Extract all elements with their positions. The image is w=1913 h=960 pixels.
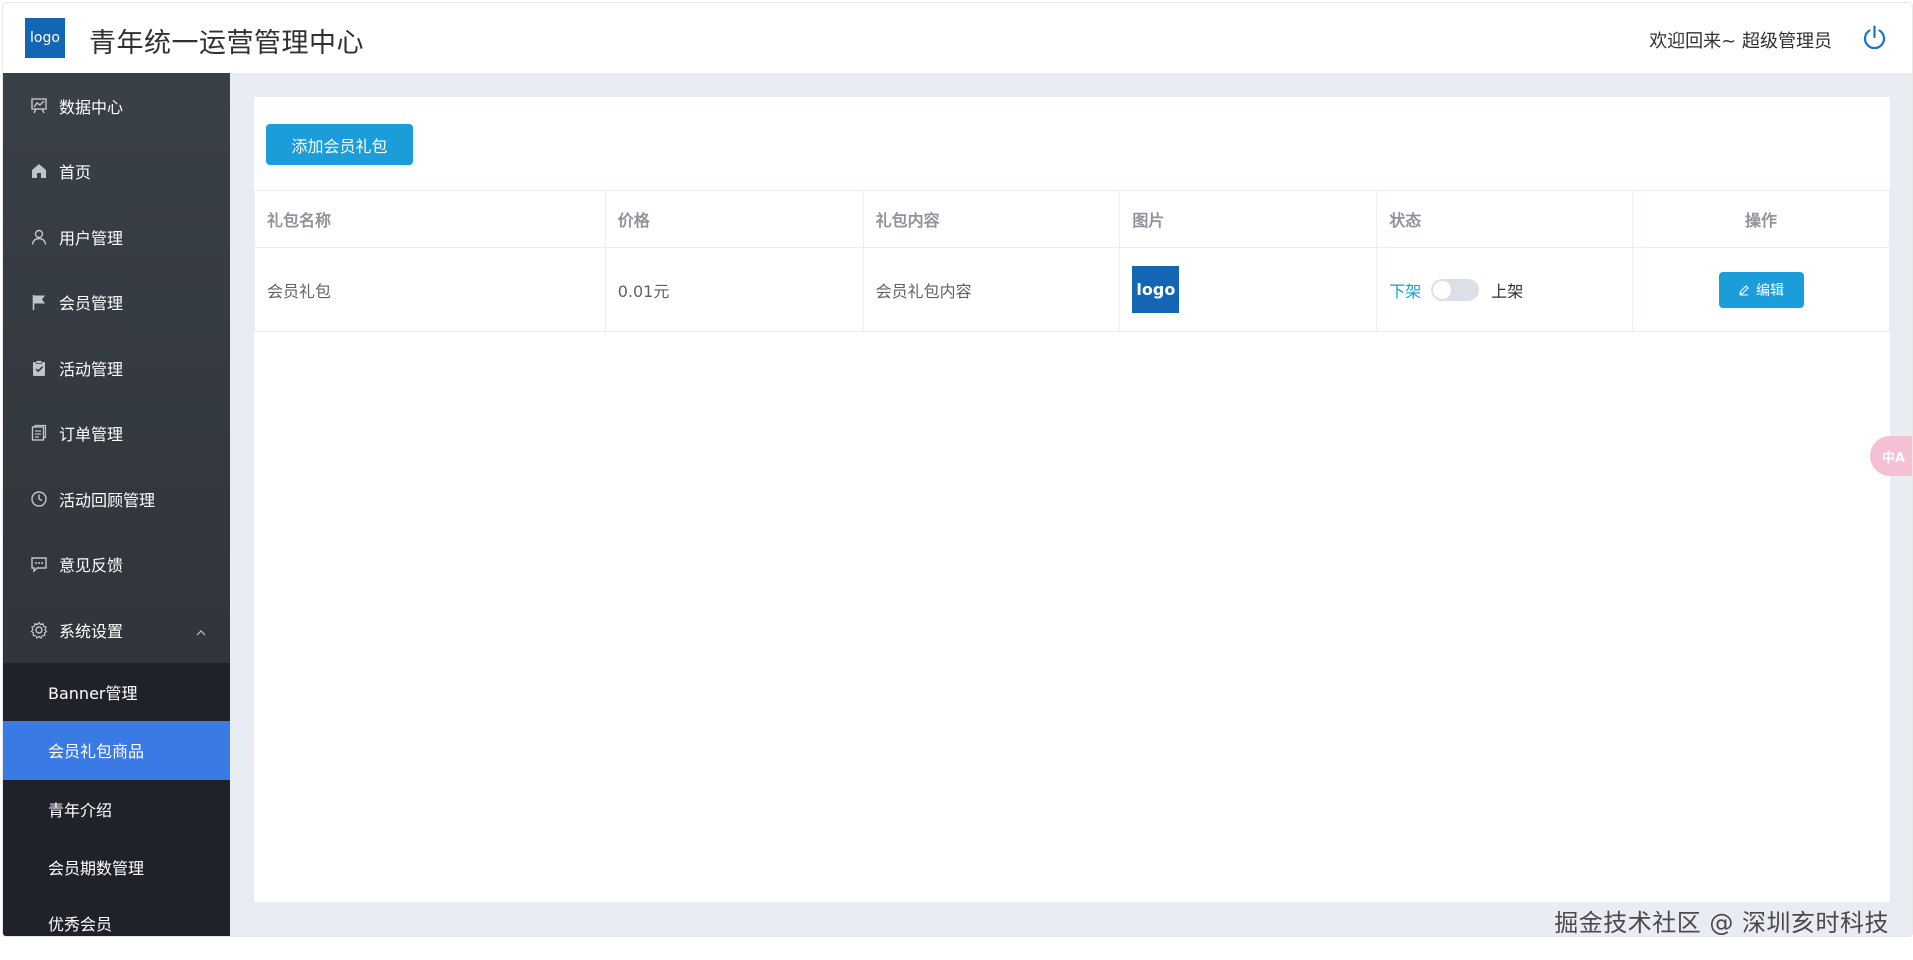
sidebar-item-label: 首页 (59, 163, 92, 183)
sidebar: 数据中心 首页 用户管理 会员管理 活动管理 订单管理 活动回顾管理 意见反馈 … (3, 73, 230, 937)
add-gift-button[interactable]: 添加会员礼包 (266, 124, 413, 165)
gear-icon (29, 620, 49, 640)
top-header: logo 青年统一运营管理中心 欢迎回来~ 超级管理员 (3, 3, 1912, 73)
submenu-item-member-periods[interactable]: 会员期数管理 (3, 838, 230, 897)
app-window: logo 青年统一运营管理中心 欢迎回来~ 超级管理员 数据中心 首页 用户管理… (2, 2, 1913, 937)
gift-price-cell: 0.01元 (605, 247, 864, 332)
sidebar-item-label: 会员管理 (59, 294, 124, 314)
table-header-row: 礼包名称 价格 礼包内容 图片 状态 操作 (254, 190, 1890, 248)
home-icon (29, 161, 49, 181)
gift-status-cell: 下架 上架 (1376, 247, 1634, 332)
translate-floating-button[interactable]: 中A (1870, 436, 1912, 476)
user-icon (29, 227, 49, 247)
column-header: 礼包内容 (863, 190, 1121, 248)
pencil-icon (1739, 284, 1749, 295)
power-icon[interactable] (1861, 24, 1888, 51)
sidebar-item-orders[interactable]: 订单管理 (3, 401, 230, 467)
chat-dots-icon (29, 554, 49, 574)
submenu-item-banner[interactable]: Banner管理 (3, 663, 230, 722)
status-on-label: 上架 (1491, 281, 1524, 301)
status-toggle[interactable] (1431, 278, 1480, 301)
sidebar-item-users[interactable]: 用户管理 (3, 204, 230, 270)
gift-table: 礼包名称 价格 礼包内容 图片 状态 操作 会员礼包 0.01元 会员礼包内容 (254, 190, 1890, 332)
sidebar-item-home[interactable]: 首页 (3, 139, 230, 205)
submenu-item-youth-intro[interactable]: 青年介绍 (3, 780, 230, 839)
clipboard-check-icon (29, 358, 49, 378)
sidebar-item-label: 用户管理 (59, 228, 124, 248)
main-content: 添加会员礼包 礼包名称 价格 礼包内容 图片 状态 操作 会员礼包 0.01元 … (230, 73, 1912, 936)
column-header: 状态 (1376, 190, 1634, 248)
column-header: 价格 (605, 190, 864, 248)
content-card: 添加会员礼包 礼包名称 价格 礼包内容 图片 状态 操作 会员礼包 0.01元 … (254, 97, 1890, 902)
gift-image-thumbnail[interactable]: logo (1132, 266, 1180, 313)
chevron-up-icon (196, 623, 206, 636)
sidebar-item-label: 数据中心 (59, 97, 124, 117)
system-settings-submenu: Banner管理 会员礼包商品 青年介绍 会员期数管理 优秀会员 (3, 662, 230, 937)
watermark: 掘金技术社区 @ 深圳亥时科技 (1554, 909, 1889, 937)
app-title: 青年统一运营管理中心 (89, 28, 364, 59)
column-header: 礼包名称 (254, 190, 606, 248)
clock-icon (29, 489, 49, 509)
flag-icon (29, 292, 49, 312)
gift-image-cell: logo (1119, 247, 1378, 332)
gift-content-cell: 会员礼包内容 (863, 247, 1121, 332)
edit-button-label: 编辑 (1756, 282, 1785, 299)
column-header: 图片 (1119, 190, 1378, 248)
document-icon (29, 423, 49, 443)
app-logo: logo (25, 18, 65, 58)
sidebar-item-label: 系统设置 (59, 621, 124, 641)
sidebar-item-activity-review[interactable]: 活动回顾管理 (3, 466, 230, 532)
sidebar-item-label: 意见反馈 (59, 556, 124, 576)
gift-name-cell: 会员礼包 (254, 247, 606, 332)
status-off-label: 下架 (1389, 281, 1422, 301)
sidebar-item-label: 活动回顾管理 (59, 490, 156, 510)
welcome-text: 欢迎回来~ 超级管理员 (1649, 31, 1832, 52)
submenu-item-member-gift[interactable]: 会员礼包商品 (3, 721, 230, 780)
table-row: 会员礼包 0.01元 会员礼包内容 logo 下架 上架 编辑 (254, 247, 1890, 332)
column-header: 操作 (1632, 190, 1890, 248)
sidebar-item-label: 订单管理 (59, 425, 124, 445)
sidebar-item-label: 活动管理 (59, 359, 124, 379)
edit-button[interactable]: 编辑 (1718, 271, 1804, 308)
sidebar-item-system-settings[interactable]: 系统设置 (3, 597, 230, 663)
toggle-knob (1433, 280, 1452, 299)
gift-actions-cell: 编辑 (1632, 247, 1890, 332)
sidebar-item-activities[interactable]: 活动管理 (3, 335, 230, 401)
sidebar-item-data-center[interactable]: 数据中心 (3, 73, 230, 139)
submenu-item-excellent-members[interactable]: 优秀会员 (3, 897, 230, 937)
presentation-chart-icon (29, 96, 49, 116)
sidebar-item-members[interactable]: 会员管理 (3, 270, 230, 336)
sidebar-item-feedback[interactable]: 意见反馈 (3, 532, 230, 598)
